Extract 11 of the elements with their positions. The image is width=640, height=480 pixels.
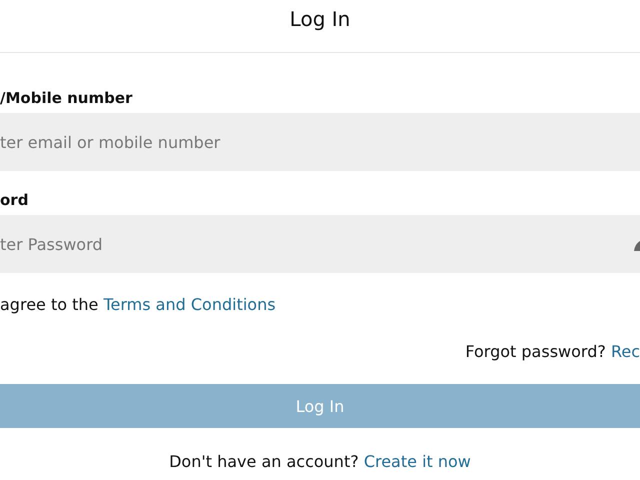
input-field[interactable]: ter email or mobile number bbox=[0, 113, 640, 171]
password-field[interactable]: ter Password bbox=[0, 215, 640, 273]
page-title: Log In bbox=[290, 7, 350, 31]
field-label: /Mobile number bbox=[0, 88, 134, 109]
create-account-link[interactable]: Create it now bbox=[364, 452, 471, 471]
field-label: ord bbox=[0, 190, 30, 211]
recover-link[interactable]: Rec bbox=[610, 342, 640, 361]
forgot-password-text: Forgot password? Rec bbox=[464, 342, 640, 362]
terms-text: agree to the Terms and Conditions bbox=[0, 295, 277, 315]
terms-link[interactable]: Terms and Conditions bbox=[103, 295, 276, 314]
signup-text: Don't have an account? Create it now bbox=[168, 452, 472, 471]
